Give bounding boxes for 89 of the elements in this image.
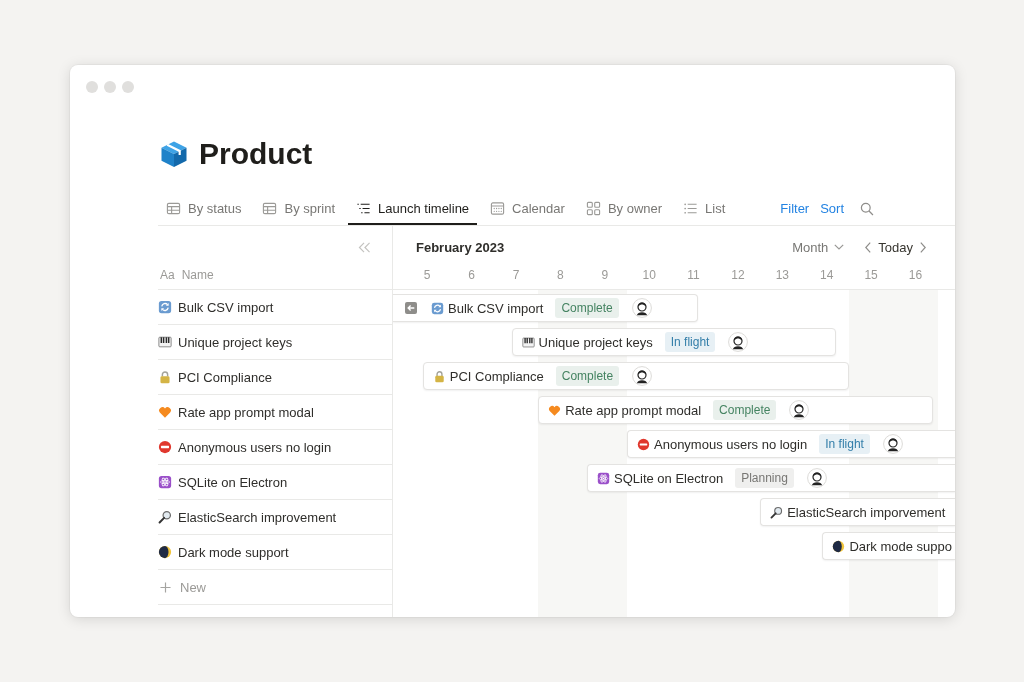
day-label: 13 [774,268,790,284]
month-label: February 2023 [416,239,505,255]
piano-keys-icon [521,335,535,349]
column-header: Name [181,268,214,282]
bar-title: Bulk CSV import [448,300,544,316]
day-label: 10 [641,268,657,284]
scale-dropdown[interactable]: Month [792,239,845,255]
bar-title: Dark mode suppo [849,538,952,554]
text-button[interactable]: Filter [776,199,814,218]
box-icon [160,140,188,168]
timeline-bar[interactable]: Anonymous users no login In flight [627,430,955,458]
status-tag: In flight [664,332,716,352]
table-row[interactable]: Rate app prompt modal [158,395,392,430]
heart-icon [548,403,562,417]
atom-icon [158,475,172,489]
bar-title: PCI Compliance [449,368,544,384]
magnifier-icon [770,505,784,519]
view-tab[interactable]: By sprint [254,194,344,225]
text-button[interactable]: Sort [816,199,849,218]
table-icon [262,201,278,216]
timeline-bar[interactable]: Bulk CSV import Complete [393,294,698,322]
list-icon [683,201,699,216]
day-label: 16 [907,268,924,284]
left-arrow-icon[interactable] [405,302,417,314]
table-row[interactable]: Anonymous users no login [158,430,392,465]
timeline-bar[interactable]: Dark mode suppo [822,532,955,560]
search-icon[interactable] [860,201,875,216]
status-tag: Complete [713,400,777,420]
piano-keys-icon [158,335,172,349]
day-label: 7 [511,268,521,284]
padlock-icon [432,369,446,383]
bar-title: Unique project keys [538,334,653,350]
previous-chevron-icon[interactable] [865,241,872,253]
padlock-icon [158,370,172,384]
window-dot-icon[interactable] [86,81,98,93]
timeline-bar[interactable]: PCI Compliance Complete [422,362,849,390]
window-dot-icon[interactable] [122,81,134,93]
plus-icon [160,581,171,593]
sync-arrows-icon [431,301,444,315]
status-tag: Planning [735,468,794,488]
double-chevron-icon[interactable] [358,241,371,253]
bar-title: Rate app prompt modal [565,402,702,418]
moon-icon [158,545,172,559]
table-row[interactable]: ElasticSearch improvement [158,500,392,535]
atom-icon [597,471,610,485]
view-tab[interactable]: Calendar [482,194,573,225]
table-row[interactable]: Dark mode support [158,535,392,570]
day-label: 5 [422,268,432,284]
day-label: 6 [467,268,476,284]
bar-title: ElasticSearch imporvement [787,504,946,520]
day-label: 11 [686,268,701,284]
moon-icon [832,539,846,553]
day-label: 9 [600,268,610,284]
timeline-bar[interactable]: SQLite on Electron Planning [587,464,955,492]
no-entry-icon [637,437,650,451]
view-tab[interactable]: By owner [577,194,671,225]
status-tag: Complete [555,298,619,318]
chevron-down-icon [834,244,845,250]
timeline-bar[interactable]: Unique project keys In flight [511,328,836,356]
timeline-bar[interactable]: ElasticSearch imporvement [760,498,955,526]
no-entry-icon [158,440,172,454]
sync-arrows-icon [158,300,172,314]
table-row[interactable]: PCI Compliance [158,360,392,395]
table-row[interactable]: Unique project keys [158,325,392,360]
day-label: 14 [819,268,835,284]
heart-icon [158,405,172,419]
table-row[interactable]: Bulk CSV import [158,290,392,325]
timeline-bar[interactable]: Rate app prompt modal Complete [538,396,934,424]
day-label: 15 [863,268,879,284]
bar-title: SQLite on Electron [614,470,724,486]
view-tab[interactable]: Launch timeline [348,194,478,225]
timeline-icon [356,201,372,216]
window-dot-icon[interactable] [104,81,116,93]
view-tab[interactable]: List [675,194,734,225]
grid-icon [585,201,601,216]
table-icon [166,201,181,216]
magnifier-icon [158,510,172,524]
text-type-glyph: Aa [160,268,175,282]
bar-title: Anonymous users no login [654,436,808,452]
view-tab[interactable]: By status [158,194,250,225]
status-tag: In flight [819,434,870,454]
table-row[interactable]: SQLite on Electron [158,465,392,500]
today-button[interactable]: Today [873,239,918,255]
page-title: Product [199,136,313,172]
status-tag: Complete [555,366,620,386]
day-label: 8 [556,268,565,284]
day-label: 12 [730,268,746,284]
calendar-icon [490,201,506,216]
next-chevron-icon[interactable] [920,241,926,253]
